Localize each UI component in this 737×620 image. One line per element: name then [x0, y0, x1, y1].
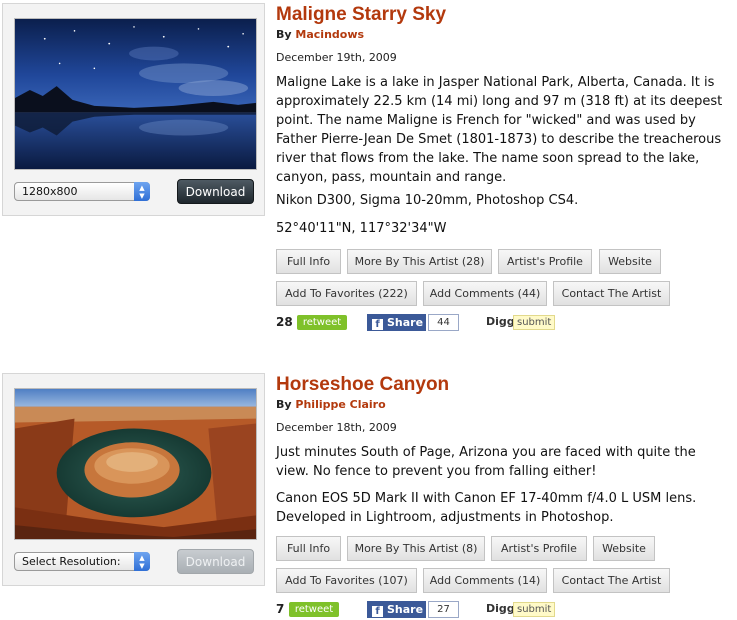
thumbnail-panel: 1280x800 ▲ ▼ Download [2, 3, 265, 216]
post-date: December 18th, 2009 [276, 421, 397, 434]
tweet-count: 28 [276, 315, 293, 329]
facebook-share-label: Share [387, 603, 424, 616]
resolution-select[interactable]: 1280x800 ▲ ▼ [14, 182, 150, 201]
byline-prefix: By [276, 398, 292, 411]
resolution-select[interactable]: Select Resolution: ▲ ▼ [14, 552, 150, 571]
byline-prefix: By [276, 28, 292, 41]
artist-link[interactable]: Macindows [295, 28, 364, 41]
wallpaper-thumbnail[interactable] [14, 18, 257, 170]
digg-submit-button[interactable]: submit [513, 602, 556, 617]
description: Just minutes South of Page, Arizona you … [276, 445, 696, 479]
byline: By Macindows [276, 28, 364, 41]
download-button[interactable]: Download [177, 549, 254, 574]
digg-label: Digg [486, 602, 515, 615]
more-by-artist-button[interactable]: More By This Artist (28) [347, 249, 492, 274]
gear-info: Canon EOS 5D Mark II with Canon EF 17-40… [276, 491, 697, 525]
resolution-select-value: Select Resolution: [22, 555, 121, 568]
tweet-count: 7 [276, 602, 285, 616]
facebook-share-label: Share [387, 316, 424, 329]
full-info-button[interactable]: Full Info [276, 249, 341, 274]
download-button[interactable]: Download [177, 179, 254, 204]
resolution-select-value: 1280x800 [22, 185, 78, 198]
digg-label: Digg [486, 315, 515, 328]
facebook-f-icon: f [372, 606, 383, 617]
byline: By Philippe Clairo [276, 398, 386, 411]
more-by-artist-button[interactable]: More By This Artist (8) [347, 536, 485, 561]
facebook-share-count: 27 [428, 601, 459, 618]
wallpaper-thumbnail[interactable] [14, 388, 257, 540]
contact-artist-button[interactable]: Contact The Artist [553, 568, 670, 593]
facebook-share-button[interactable]: f Share [367, 314, 426, 331]
up-down-arrows-icon: ▲ ▼ [134, 182, 150, 201]
artist-profile-button[interactable]: Artist's Profile [498, 249, 592, 274]
wallpaper-title[interactable]: Maligne Starry Sky [276, 4, 446, 26]
description: Maligne Lake is a lake in Jasper Nationa… [276, 75, 723, 185]
post-date: December 19th, 2009 [276, 51, 397, 64]
digg-submit-button[interactable]: submit [513, 315, 556, 330]
artist-link[interactable]: Philippe Clairo [295, 398, 385, 411]
add-comments-button[interactable]: Add Comments (44) [423, 281, 547, 306]
add-favorites-button[interactable]: Add To Favorites (222) [276, 281, 417, 306]
wallpaper-title[interactable]: Horseshoe Canyon [276, 374, 449, 396]
up-down-arrows-icon: ▲ ▼ [134, 552, 150, 571]
add-favorites-button[interactable]: Add To Favorites (107) [276, 568, 417, 593]
facebook-share-count: 44 [428, 314, 459, 331]
add-comments-button[interactable]: Add Comments (14) [423, 568, 547, 593]
website-button[interactable]: Website [599, 249, 661, 274]
artist-profile-button[interactable]: Artist's Profile [491, 536, 587, 561]
website-button[interactable]: Website [593, 536, 655, 561]
retweet-button[interactable]: retweet [297, 315, 347, 330]
facebook-share-button[interactable]: f Share [367, 601, 426, 618]
thumbnail-panel: Select Resolution: ▲ ▼ Download [2, 373, 265, 586]
contact-artist-button[interactable]: Contact The Artist [553, 281, 670, 306]
full-info-button[interactable]: Full Info [276, 536, 341, 561]
gear-info: Nikon D300, Sigma 10-20mm, Photoshop CS4… [276, 193, 579, 208]
coordinates: 52°40'11"N, 117°32'34"W [276, 221, 447, 236]
retweet-button[interactable]: retweet [289, 602, 339, 617]
facebook-f-icon: f [372, 319, 383, 330]
